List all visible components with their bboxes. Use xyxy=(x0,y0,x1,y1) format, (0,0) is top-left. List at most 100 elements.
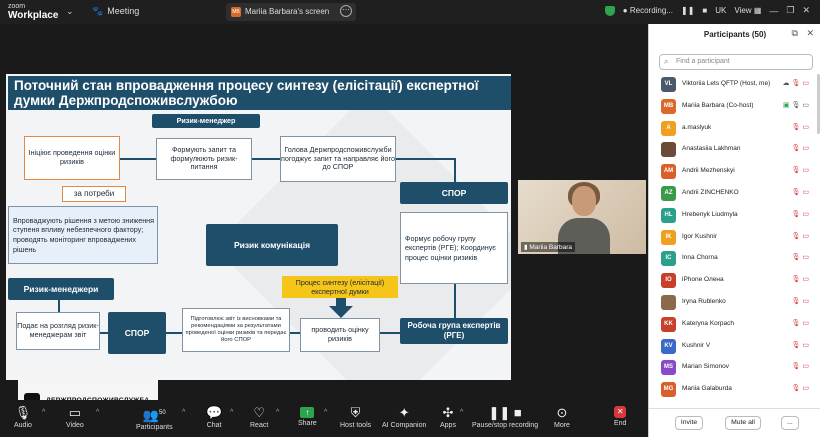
more-button[interactable]: ⊙ More xyxy=(554,406,570,430)
list-item[interactable]: KV Kushnir V 🎙▭ xyxy=(649,336,820,358)
apps-button[interactable]: ✣ Apps xyxy=(440,406,456,430)
conducts-box: проводить оцінку ризиків xyxy=(300,318,380,352)
avatar: KV xyxy=(661,338,676,354)
avatar: A xyxy=(661,120,676,136)
chat-button[interactable]: 💬 Chat xyxy=(206,406,222,430)
list-item[interactable]: IO iPhone Олена 🎙▭ xyxy=(649,270,820,292)
participant-name: a.maslyuk xyxy=(682,123,712,131)
share-screen-icon: ↑ xyxy=(300,407,315,418)
react-button[interactable]: ♡ React xyxy=(250,406,268,430)
synthesis-process-box: Процес синтезу (елісітації) експертної д… xyxy=(282,276,398,298)
audio-button[interactable]: 🎙 Audio xyxy=(14,406,32,430)
video-off-icon: ▭ xyxy=(802,80,811,87)
avatar: IK xyxy=(661,229,676,245)
mic-muted-icon: 🎙 xyxy=(791,319,803,327)
search-placeholder: Find a participant xyxy=(676,58,730,65)
chevron-up-icon[interactable]: ^ xyxy=(96,409,99,416)
more-options-button[interactable]: ... xyxy=(781,416,799,430)
ai-companion-button[interactable]: ✦ AI Companion xyxy=(382,405,426,430)
spor-bottom-box: СПОР xyxy=(108,312,166,354)
chevron-up-icon[interactable]: ^ xyxy=(230,409,233,416)
view-button[interactable]: View ▦ xyxy=(734,6,761,15)
list-item[interactable]: IC Inna Chorna 🎙▭ xyxy=(649,248,820,270)
close-icon[interactable]: ✕ xyxy=(802,5,810,16)
mic-muted-icon: 🎙 xyxy=(791,167,803,175)
participant-status: 🎙▭ xyxy=(791,341,811,349)
chevron-up-icon[interactable]: ^ xyxy=(276,409,279,416)
panel-footer: Invite Mute all ... xyxy=(649,408,820,437)
avatar: AZ xyxy=(661,185,676,201)
connector-line xyxy=(290,332,300,334)
submits-box: Подає на розгляд ризик-менеджерам звіт xyxy=(16,312,100,350)
video-button[interactable]: ▭ Video xyxy=(66,406,84,430)
connector-line xyxy=(120,158,156,160)
pause-icon[interactable]: ❚❚ xyxy=(681,6,694,15)
pause-stop-recording-button[interactable]: ❚❚ ■ Pause/stop recording xyxy=(472,406,538,430)
avatar: MG xyxy=(661,382,676,398)
list-item[interactable]: Aa.maslyuk 🎙▭ xyxy=(649,118,820,140)
meeting-tab[interactable]: 🐾 Meeting xyxy=(92,6,139,17)
popout-icon[interactable]: ⧉ xyxy=(792,28,798,38)
work-group-box: Робоча група експертів (РГЕ) xyxy=(400,318,508,344)
end-button[interactable]: ✕ End xyxy=(614,406,626,427)
screen-share-tab[interactable]: MB Mariia Barbara's screen ⋯ xyxy=(226,3,356,21)
list-item[interactable]: KK Kateryna Korpach 🎙▭ xyxy=(649,314,820,336)
video-off-icon: ▭ xyxy=(802,188,811,196)
video-name-label: ▮ Mariia Barbara xyxy=(521,242,576,252)
presentation-slide: Поточний стан впровадження процесу синте… xyxy=(6,74,511,380)
share-button[interactable]: ↑ Share xyxy=(298,406,317,427)
video-off-icon: ▭ xyxy=(802,297,811,305)
list-item[interactable]: MG Mariia Galaburda 🎙▭ xyxy=(649,379,820,401)
connector-line xyxy=(454,158,456,182)
chevron-up-icon[interactable]: ^ xyxy=(460,409,463,416)
list-item[interactable]: VL Viktoriia Lets QFTP (Host, me) ☁🎙▭ xyxy=(649,74,820,96)
list-item[interactable]: HL Hrebenyk Liudmyla 🎙▭ xyxy=(649,205,820,227)
participant-status: 🎙▭ xyxy=(791,319,811,327)
head-agree-box: Голова Держпродспоживслужби погоджує зап… xyxy=(280,136,396,182)
more-options-icon[interactable]: ⋯ xyxy=(340,5,352,17)
shield-icon: ⛨ xyxy=(350,405,361,420)
video-off-icon: ▭ xyxy=(802,363,811,371)
mic-muted-icon: 🎙 xyxy=(791,254,803,262)
list-item[interactable]: MS Marian Simonov 🎙▭ xyxy=(649,357,820,379)
participant-status: 🎙▭ xyxy=(791,232,811,240)
participant-video[interactable]: ▮ Mariia Barbara xyxy=(518,180,646,254)
as-needed-box: за потреби xyxy=(62,186,126,202)
stop-icon[interactable]: ■ xyxy=(702,6,707,15)
screen-share-label: Mariia Barbara's screen xyxy=(245,7,330,16)
list-item[interactable]: MB Mariia Barbara (Co-host) ▣🎙▭ xyxy=(649,96,820,118)
list-item[interactable]: AZ Andrii ZINCHENKO 🎙▭ xyxy=(649,183,820,205)
chevron-up-icon[interactable]: ^ xyxy=(182,409,185,416)
chevron-up-icon[interactable]: ^ xyxy=(324,409,327,416)
participants-button[interactable]: 👥50 Participants xyxy=(136,406,173,432)
list-item[interactable]: Iryna Rublenko 🎙▭ xyxy=(649,292,820,314)
avatar: IO xyxy=(661,273,676,289)
invite-button[interactable]: Invite xyxy=(675,416,703,430)
host-tools-button[interactable]: ⛨ Host tools xyxy=(340,405,371,430)
participant-status: 🎙▭ xyxy=(791,297,811,305)
participant-name: Kushnir V xyxy=(682,341,711,349)
mic-muted-icon: 🎙 xyxy=(791,341,803,349)
connector-line xyxy=(252,158,280,160)
list-item[interactable]: IK Igor Kushnir 🎙▭ xyxy=(649,227,820,249)
chevron-down-icon[interactable]: ⌄ xyxy=(66,6,74,17)
participant-name: Hrebenyk Liudmyla xyxy=(682,210,738,218)
people-icon: 👥50 xyxy=(142,407,166,423)
chevron-up-icon[interactable]: ^ xyxy=(42,409,45,416)
list-item[interactable]: Anastasiia Lakhman 🎙▭ xyxy=(649,139,820,161)
participant-name: Andrii Mezhenskyi xyxy=(682,167,735,175)
language-selector[interactable]: UK xyxy=(715,6,726,15)
close-icon[interactable]: ✕ xyxy=(806,28,814,38)
video-off-icon: ▭ xyxy=(802,254,811,262)
mute-all-button[interactable]: Mute all xyxy=(725,416,761,430)
recording-status[interactable]: ● Recording... xyxy=(623,6,673,15)
search-input[interactable]: ⌕ Find a participant xyxy=(659,54,813,70)
minimize-icon[interactable]: — xyxy=(769,6,778,16)
list-item[interactable]: AM Andrii Mezhenskyi 🎙▭ xyxy=(649,161,820,183)
avatar: VL xyxy=(661,77,676,92)
mic-muted-icon: 🎙 xyxy=(791,276,803,284)
sparkle-icon: ✦ xyxy=(398,405,410,420)
restore-icon[interactable]: ❐ xyxy=(786,5,794,16)
connector-line xyxy=(396,158,454,160)
participant-status: ☁🎙▭ xyxy=(782,79,811,87)
